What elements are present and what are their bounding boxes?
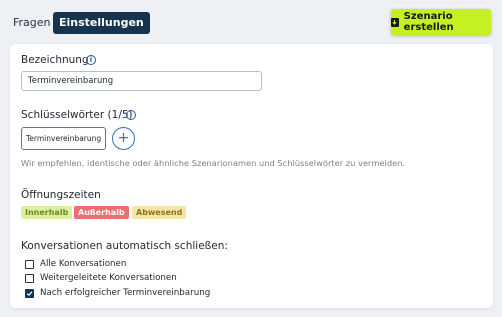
option-alle-konversationen[interactable]: Alle Konversationen (25, 259, 126, 269)
add-keyword-button[interactable]: + (112, 127, 135, 150)
checkbox-label: Weitergeleitete Konversationen (40, 273, 177, 283)
keyword-chip[interactable]: Terminvereinbarung (21, 127, 107, 150)
info-icon[interactable]: i (126, 110, 136, 120)
bezeichnung-input[interactable]: Terminvereinbarung (21, 71, 262, 91)
checkbox-label: Nach erfolgreicher Terminvereinbarung (40, 288, 211, 298)
auto-close-label: Konversationen automatisch schließen: (21, 240, 228, 252)
option-nach-terminvereinbarung[interactable]: Nach erfolgreicher Terminvereinbarung (25, 288, 210, 298)
download-box-icon (391, 17, 399, 27)
top-bar: Fragen Einstellungen Szenario erstellen (0, 0, 502, 44)
keywords-label: Schlüsselwörter (1/5) (21, 109, 133, 121)
settings-card: Bezeichnung i Terminvereinbarung Schlüss… (10, 44, 493, 308)
create-scenario-button[interactable]: Szenario erstellen (391, 9, 491, 35)
tab-einstellungen[interactable]: Einstellungen (53, 12, 150, 34)
opening-hours-label: Öffnungszeiten (21, 189, 101, 201)
check-icon (26, 290, 33, 296)
checkbox[interactable] (25, 259, 34, 269)
info-icon[interactable]: i (86, 55, 96, 65)
option-weitergeleitete-konversationen[interactable]: Weitergeleitete Konversationen (25, 273, 177, 283)
checkbox[interactable] (25, 273, 34, 283)
create-scenario-label: Szenario erstellen (403, 11, 454, 33)
tab-fragen[interactable]: Fragen (13, 16, 51, 29)
badge-abwesend[interactable]: Abwesend (132, 206, 187, 219)
bezeichnung-label: Bezeichnung (21, 54, 89, 66)
keywords-hint: Wir empfehlen, identische oder ähnliche … (21, 158, 406, 168)
badge-ausserhalb[interactable]: Außerhalb (74, 206, 129, 219)
checkbox-checked[interactable] (25, 288, 34, 298)
checkbox-label: Alle Konversationen (40, 259, 127, 269)
badge-innerhalb[interactable]: Innerhalb (21, 206, 73, 219)
